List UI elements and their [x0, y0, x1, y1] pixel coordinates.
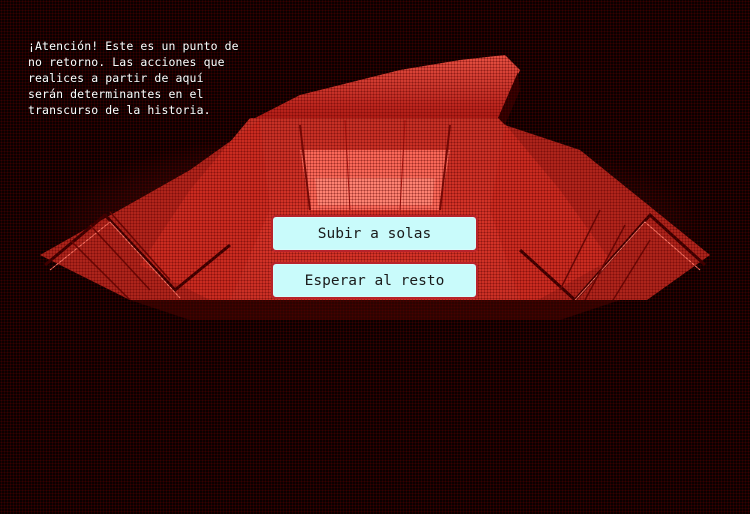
- point-of-no-return-warning: ¡Atención! Este es un punto de no retorn…: [28, 39, 239, 117]
- choice-wait-for-others-button[interactable]: Esperar al resto: [271, 262, 478, 299]
- choice-climb-alone-button[interactable]: Subir a solas: [271, 215, 478, 252]
- game-scene: ¡Atención! Este es un punto de no retorn…: [0, 0, 750, 514]
